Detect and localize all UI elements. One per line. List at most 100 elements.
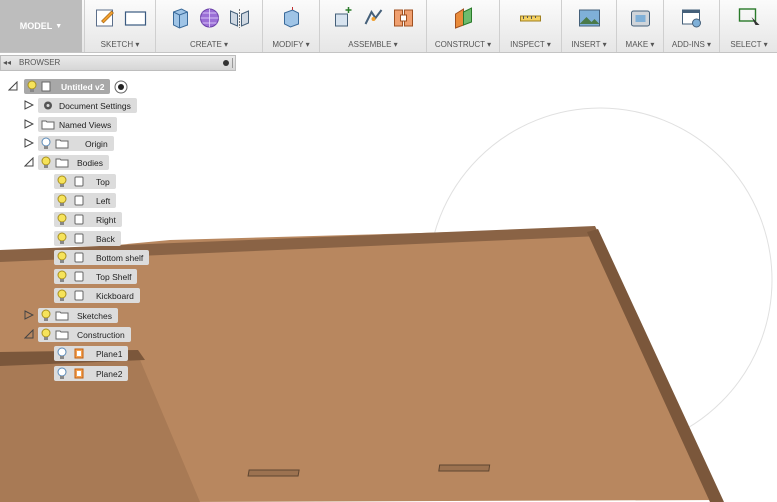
folder-icon — [55, 330, 69, 340]
tree-item-body-top-shelf[interactable]: Top Shelf — [54, 269, 138, 284]
tree-node[interactable]: Plane1 — [54, 346, 129, 361]
browser-pin-icon[interactable] — [223, 60, 229, 66]
tree-node[interactable]: Construction — [38, 327, 131, 342]
toolbar-group-construct[interactable]: CONSTRUCT ▾ — [426, 0, 499, 52]
expanded-arrow-icon[interactable] — [24, 329, 34, 339]
expanded-arrow-icon[interactable] — [24, 157, 34, 167]
visibility-bulb-icon[interactable] — [40, 328, 52, 341]
toolbar-group-sketch[interactable]: SKETCH ▾ — [84, 0, 155, 52]
tree-node[interactable]: Origin — [38, 136, 114, 151]
tree-node[interactable]: Left — [54, 193, 117, 208]
collapsed-arrow-icon[interactable] — [24, 119, 34, 129]
activate-radio-icon[interactable] — [114, 80, 128, 94]
body-icon — [74, 176, 84, 187]
tree-item-body-kickboard[interactable]: Kickboard — [54, 288, 140, 303]
collapsed-arrow-icon[interactable] — [24, 100, 34, 110]
tree-item-plane1[interactable]: Plane1 — [54, 346, 129, 361]
toolbar-group-make[interactable]: MAKE ▾ — [616, 0, 663, 52]
tree-item-plane2[interactable]: Plane2 — [54, 366, 129, 381]
workspace-switcher[interactable]: MODEL ▼ — [0, 0, 82, 52]
visibility-bulb-icon[interactable] — [56, 194, 68, 207]
tree-node[interactable]: Right — [54, 212, 122, 227]
new-component-icon[interactable] — [331, 6, 356, 30]
tree-node[interactable]: Sketches — [38, 308, 118, 323]
visibility-bulb-icon[interactable] — [40, 309, 52, 322]
tree-item-document-settings[interactable]: Document Settings — [24, 98, 137, 113]
toolbar-group-select[interactable]: SELECT ▾ — [719, 0, 777, 52]
select-icon[interactable] — [737, 6, 762, 30]
visibility-bulb-off-icon[interactable] — [56, 367, 68, 380]
body-icon — [74, 195, 84, 206]
tree-node[interactable]: Kickboard — [54, 288, 140, 303]
tree-node[interactable]: Top Shelf — [54, 269, 138, 284]
visibility-bulb-icon[interactable] — [56, 289, 68, 302]
tree-node[interactable]: Bottom shelf — [54, 250, 150, 265]
root-component[interactable]: Untitled v2 — [24, 79, 111, 94]
construction-plane-icon — [74, 348, 84, 359]
tree-node[interactable]: Plane2 — [54, 366, 129, 381]
collapsed-arrow-icon[interactable] — [24, 310, 34, 320]
extrude-icon[interactable] — [167, 6, 192, 30]
group-label-inspect: INSPECT — [510, 40, 545, 49]
tree-item-body-back[interactable]: Back — [54, 231, 121, 246]
visibility-bulb-icon[interactable] — [56, 232, 68, 245]
tree-label: Bottom shelf — [96, 252, 144, 263]
tree-label: Top Shelf — [96, 271, 132, 282]
folder-icon — [55, 311, 69, 321]
offset-plane-icon[interactable] — [451, 6, 476, 30]
mirror-icon[interactable] — [227, 6, 252, 30]
group-label-make: MAKE — [625, 40, 649, 49]
tree-item-body-left[interactable]: Left — [54, 193, 117, 208]
toolbar-group-assemble[interactable]: ASSEMBLE ▾ — [319, 0, 426, 52]
toolbar-group-insert[interactable]: INSERT ▾ — [561, 0, 616, 52]
visibility-bulb-icon[interactable] — [40, 156, 52, 169]
browser-root-row[interactable]: Untitled v2 — [8, 79, 128, 94]
expanded-arrow-icon[interactable] — [8, 81, 18, 91]
press-pull-icon[interactable] — [279, 6, 304, 30]
visibility-bulb-icon[interactable] — [56, 270, 68, 283]
scripts-addins-icon[interactable] — [679, 6, 704, 30]
collapse-browser-icon[interactable]: ◂◂ — [3, 58, 11, 67]
tree-item-bodies[interactable]: Bodies — [24, 155, 109, 170]
tree-label: Kickboard — [96, 290, 134, 301]
measure-icon[interactable] — [518, 6, 543, 30]
create-sketch-icon[interactable] — [93, 6, 118, 30]
tree-item-body-right[interactable]: Right — [54, 212, 122, 227]
tree-item-construction[interactable]: Construction — [24, 327, 131, 342]
tree-node[interactable]: Bodies — [38, 155, 109, 170]
tree-node[interactable]: Document Settings — [38, 98, 137, 113]
joint-icon[interactable] — [361, 6, 386, 30]
tree-item-origin[interactable]: Origin — [24, 136, 114, 151]
tree-item-body-bottom-shelf[interactable]: Bottom shelf — [54, 250, 150, 265]
tree-item-named-views[interactable]: Named Views — [24, 117, 118, 132]
toolbar-group-inspect[interactable]: INSPECT ▾ — [499, 0, 561, 52]
as-built-joint-icon[interactable] — [391, 6, 416, 30]
browser-header[interactable]: ◂◂ BROWSER — [0, 55, 236, 71]
body-icon — [74, 214, 84, 225]
toolbar-group-add-ins[interactable]: ADD-INS ▾ — [663, 0, 719, 52]
collapsed-arrow-icon[interactable] — [24, 138, 34, 148]
toolbar-group-modify[interactable]: MODIFY ▾ — [262, 0, 319, 52]
visibility-bulb-off-icon[interactable] — [40, 137, 52, 150]
tree-label: Right — [96, 214, 116, 225]
insert-image-icon[interactable] — [577, 6, 602, 30]
toolbar-group-create[interactable]: CREATE ▾ — [155, 0, 262, 52]
tree-item-body-top[interactable]: Top — [54, 174, 116, 189]
visibility-bulb-off-icon[interactable] — [56, 347, 68, 360]
visibility-bulb-icon[interactable] — [56, 175, 68, 188]
tree-node[interactable]: Back — [54, 231, 121, 246]
visibility-bulb-icon[interactable] — [56, 213, 68, 226]
tree-label: Sketches — [77, 310, 112, 321]
form-icon[interactable] — [197, 6, 222, 30]
rectangle-icon[interactable] — [123, 6, 148, 30]
visibility-bulb-icon[interactable] — [56, 251, 68, 264]
tree-label: Bodies — [77, 157, 103, 168]
tree-label: Origin — [85, 138, 108, 149]
tree-node[interactable]: Top — [54, 174, 116, 189]
visibility-bulb-icon[interactable] — [26, 80, 38, 93]
3d-print-icon[interactable] — [628, 6, 653, 30]
tree-item-sketches[interactable]: Sketches — [24, 308, 118, 323]
tree-node[interactable]: Named Views — [38, 117, 118, 132]
tree-label: Top — [96, 176, 110, 187]
folder-icon — [41, 120, 55, 130]
